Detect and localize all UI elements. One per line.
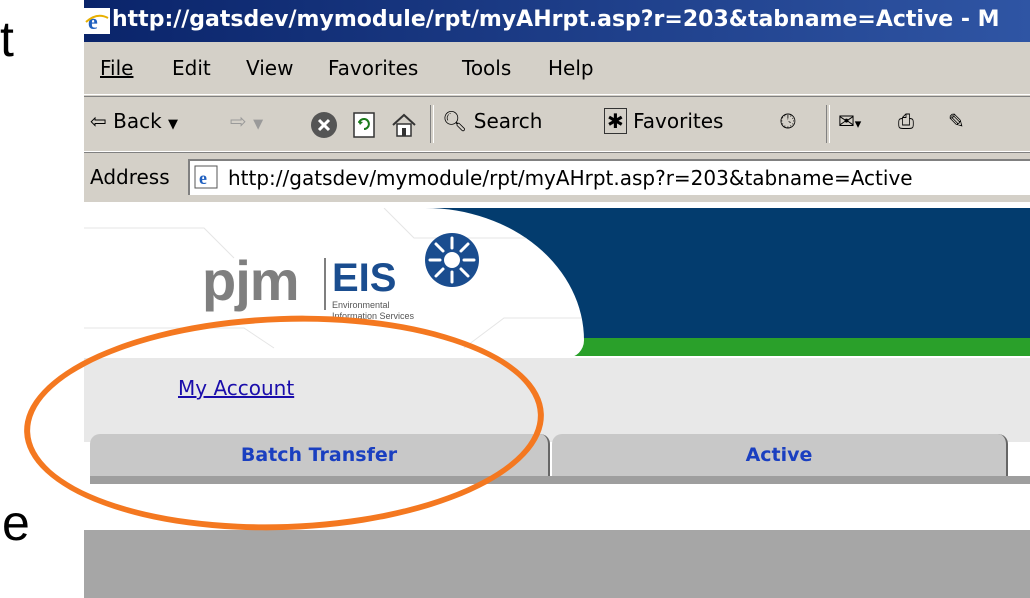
edit-button[interactable]: ✎ <box>948 109 965 133</box>
slide-text-fragment-top: t <box>0 11 14 67</box>
forward-arrow-icon: ⇨ <box>230 109 247 133</box>
favorites-button[interactable]: ✱ Favorites <box>604 108 724 134</box>
tab-batch-transfer-label: Batch Transfer <box>240 444 398 466</box>
toolbar-separator <box>826 105 830 143</box>
back-button[interactable]: ⇦ Back ▼ <box>90 109 178 133</box>
refresh-icon[interactable] <box>352 111 376 139</box>
mail-dropdown-icon: ▾ <box>854 117 862 132</box>
menu-favorites[interactable]: Favorites <box>328 56 418 80</box>
content-spacer <box>84 484 1030 530</box>
history-icon: 🕓︎ <box>780 109 796 133</box>
mail-button[interactable]: ✉▾ <box>838 109 861 133</box>
menu-file[interactable]: File <box>100 56 133 80</box>
back-label: Back <box>113 109 162 133</box>
toolbar-separator <box>430 105 434 143</box>
forward-button[interactable]: ⇨ ▼ <box>230 109 263 133</box>
printer-icon: ⎙ <box>898 109 914 133</box>
favorites-icon: ✱ <box>604 108 627 134</box>
address-input[interactable]: e http://gatsdev/mymodule/rpt/myAHrpt.as… <box>188 159 1030 195</box>
slide-text-fragment-bottom: e <box>2 495 30 551</box>
address-url: http://gatsdev/mymodule/rpt/myAHrpt.asp?… <box>228 166 913 190</box>
tab-active-label: Active <box>745 444 813 466</box>
page-icon: e <box>194 165 218 189</box>
tab-active[interactable]: Active <box>552 434 1008 476</box>
tab-underline <box>90 476 1030 484</box>
menu-help[interactable]: Help <box>548 56 594 80</box>
eis-subtitle: Environmental Information Services <box>332 300 414 322</box>
back-dropdown-icon: ▼ <box>168 117 179 132</box>
favorites-label: Favorites <box>633 109 724 133</box>
svg-text:e: e <box>199 168 207 188</box>
browser-window: e http://gatsdev/mymodule/rpt/myAHrpt.as… <box>84 0 1030 598</box>
logo-divider <box>324 258 326 310</box>
pjm-logo: pjm <box>202 249 300 312</box>
menu-edit[interactable]: Edit <box>172 56 211 80</box>
standard-toolbar: ⇦ Back ▼ ⇨ ▼ 🔍︎ Search ✱ Favorites 🕓︎ ✉▾… <box>84 96 1030 152</box>
search-button[interactable]: 🔍︎ Search <box>442 109 542 133</box>
sunburst-icon <box>425 233 479 287</box>
forward-dropdown-icon: ▼ <box>253 117 264 132</box>
menu-bar: File Edit View Favorites Tools Help <box>84 44 1030 95</box>
window-title: http://gatsdev/mymodule/rpt/myAHrpt.asp?… <box>112 7 1000 32</box>
history-button[interactable]: 🕓︎ <box>780 109 796 133</box>
address-bar: Address e http://gatsdev/mymodule/rpt/my… <box>84 152 1030 201</box>
menu-view[interactable]: View <box>246 56 293 80</box>
logo-panel: pjm EIS Environmental Information Servic… <box>84 208 584 358</box>
web-page: pjm EIS Environmental Information Servic… <box>84 202 1030 598</box>
content-area <box>84 530 1030 598</box>
title-bar[interactable]: e http://gatsdev/mymodule/rpt/myAHrpt.as… <box>84 0 1030 42</box>
tab-batch-transfer[interactable]: Batch Transfer <box>90 434 550 476</box>
my-account-link[interactable]: My Account <box>178 376 294 400</box>
edit-icon: ✎ <box>948 109 965 133</box>
stop-icon[interactable] <box>310 111 338 139</box>
search-icon: 🔍︎ <box>442 109 468 133</box>
svg-text:e: e <box>88 9 98 34</box>
tab-bar: Batch Transfer Active <box>90 432 1030 478</box>
home-icon[interactable] <box>390 111 418 139</box>
mail-icon: ✉ <box>838 109 855 133</box>
menu-tools[interactable]: Tools <box>462 56 511 80</box>
eis-subtitle-line: Environmental <box>332 300 390 310</box>
eis-logo: EIS <box>332 256 397 300</box>
search-label: Search <box>473 109 543 133</box>
address-label: Address <box>90 165 170 189</box>
print-button[interactable]: ⎙ <box>898 109 914 133</box>
eis-subtitle-line: Information Services <box>332 311 415 321</box>
ie-logo-icon: e <box>84 8 110 34</box>
account-area: My Account <box>84 358 1030 442</box>
back-arrow-icon: ⇦ <box>90 109 107 133</box>
